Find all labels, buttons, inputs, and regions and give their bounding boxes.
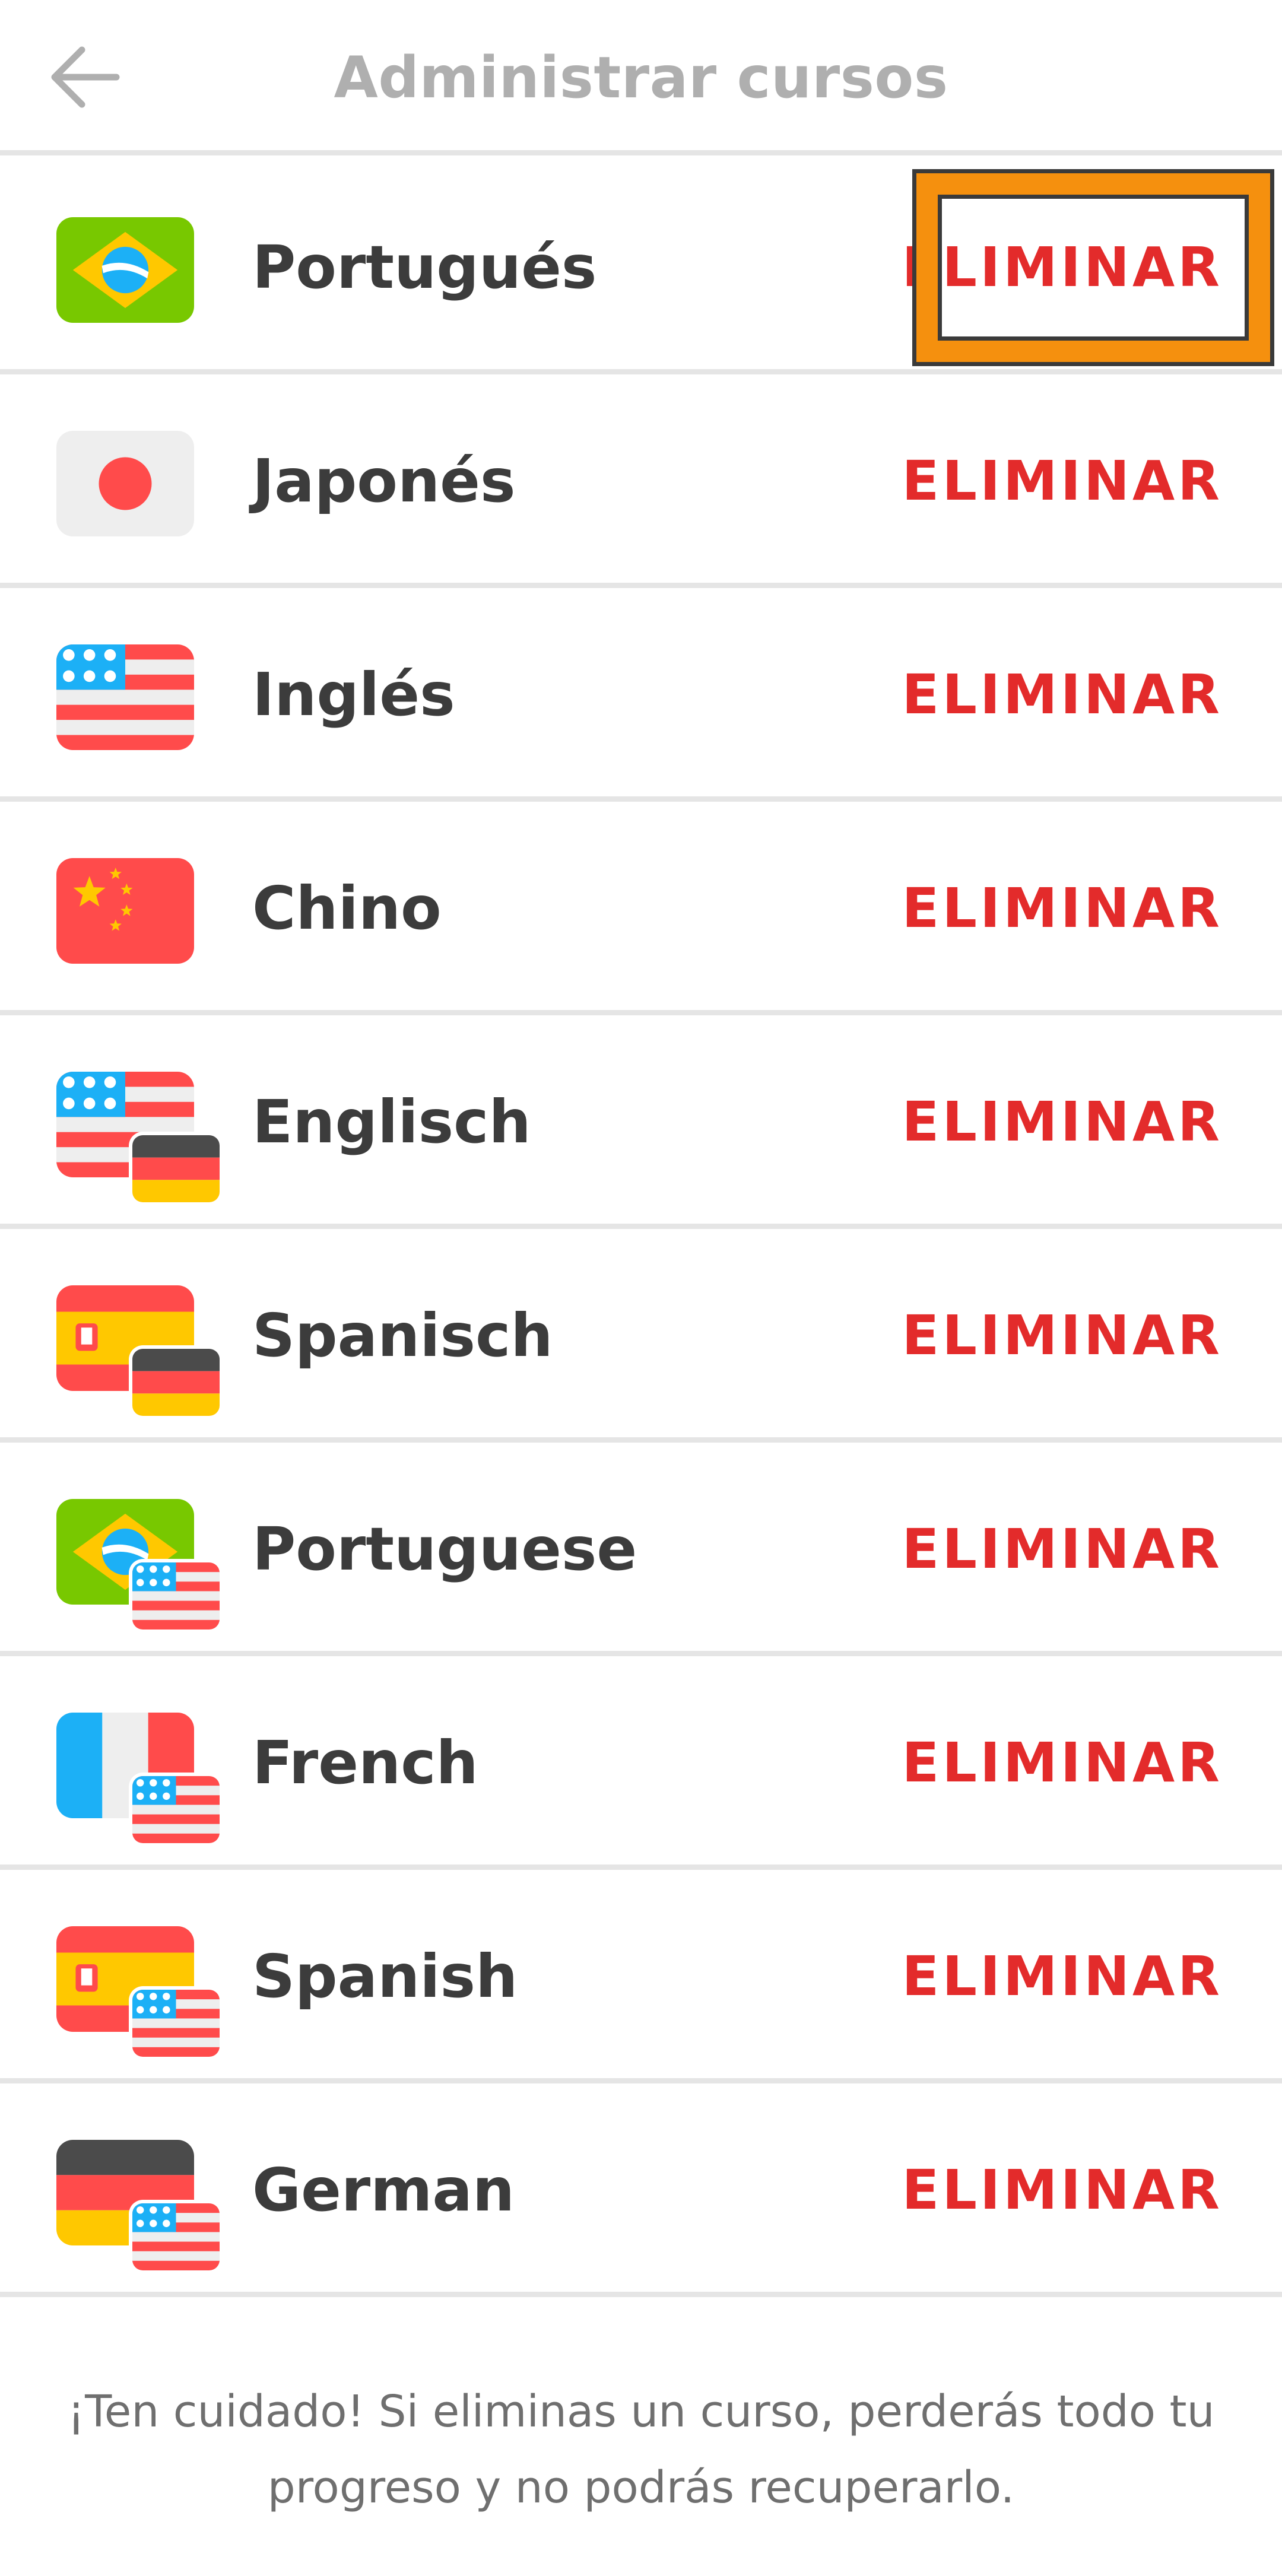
course-name: Chino	[252, 874, 442, 943]
germany-flag-icon	[56, 2140, 223, 2276]
spain-flag-icon	[56, 1285, 223, 1422]
usa-base-flag-icon	[129, 1559, 223, 1633]
remove-course-button[interactable]: ELIMINAR	[902, 1870, 1223, 2083]
course-name: French	[252, 1728, 478, 1797]
remove-course-button[interactable]: ELIMINAR	[902, 374, 1223, 588]
course-row: Englisch ELIMINAR	[0, 1015, 1282, 1229]
usa-flag-icon	[56, 1072, 223, 1208]
page-title: Administrar cursos	[334, 45, 948, 111]
course-row: Portuguese ELIMINAR	[0, 1443, 1282, 1656]
course-row: Chino ELIMINAR	[0, 802, 1282, 1015]
course-row: French ELIMINAR	[0, 1656, 1282, 1870]
remove-course-button[interactable]: ELIMINAR	[902, 161, 1223, 374]
usa-flag-icon	[56, 644, 194, 750]
course-name: Portuguese	[252, 1514, 637, 1584]
course-row: Spanisch ELIMINAR	[0, 1229, 1282, 1443]
warning-text: ¡Ten cuidado! Si eliminas un curso, perd…	[67, 2386, 1215, 2513]
usa-base-flag-icon	[129, 2200, 223, 2274]
app-header: Administrar cursos	[0, 0, 1282, 155]
course-row: German ELIMINAR	[0, 2083, 1282, 2297]
germany-base-flag-icon	[129, 1132, 223, 1206]
course-name: Spanish	[252, 1942, 518, 2011]
course-name: German	[252, 2155, 515, 2225]
course-list: Portugués ELIMINAR Japonés ELIMINAR Inglés E…	[0, 161, 1282, 2297]
germany-base-flag-icon	[129, 1345, 223, 1419]
china-flag-icon	[56, 858, 194, 964]
course-name: Spanisch	[252, 1301, 553, 1370]
remove-course-button[interactable]: ELIMINAR	[902, 1443, 1223, 1656]
france-flag-icon	[56, 1713, 223, 1849]
usa-base-flag-icon	[129, 1773, 223, 1847]
remove-course-button[interactable]: ELIMINAR	[902, 1656, 1223, 1870]
brazil-flag-icon	[56, 1499, 223, 1635]
usa-base-flag-icon	[129, 1986, 223, 2060]
usa-flag-icon	[56, 644, 220, 781]
course-name: Englisch	[252, 1087, 531, 1157]
remove-course-button[interactable]: ELIMINAR	[902, 1015, 1223, 1229]
course-row: Portugués ELIMINAR	[0, 161, 1282, 374]
china-flag-icon	[56, 858, 220, 995]
spain-flag-icon	[56, 1926, 223, 2063]
remove-course-button[interactable]: ELIMINAR	[902, 1229, 1223, 1443]
japan-flag-icon	[56, 431, 194, 536]
course-name: Japonés	[252, 446, 516, 516]
course-name: Inglés	[252, 660, 455, 729]
remove-course-button[interactable]: ELIMINAR	[902, 588, 1223, 802]
brazil-flag-icon	[56, 217, 220, 354]
course-name: Portugués	[252, 233, 597, 302]
remove-course-button[interactable]: ELIMINAR	[902, 802, 1223, 1015]
remove-course-button[interactable]: ELIMINAR	[902, 2083, 1223, 2297]
course-row: Japonés ELIMINAR	[0, 374, 1282, 588]
brazil-flag-icon	[56, 217, 194, 323]
japan-flag-icon	[56, 431, 220, 567]
course-row: Inglés ELIMINAR	[0, 588, 1282, 802]
course-row: Spanish ELIMINAR	[0, 1870, 1282, 2083]
